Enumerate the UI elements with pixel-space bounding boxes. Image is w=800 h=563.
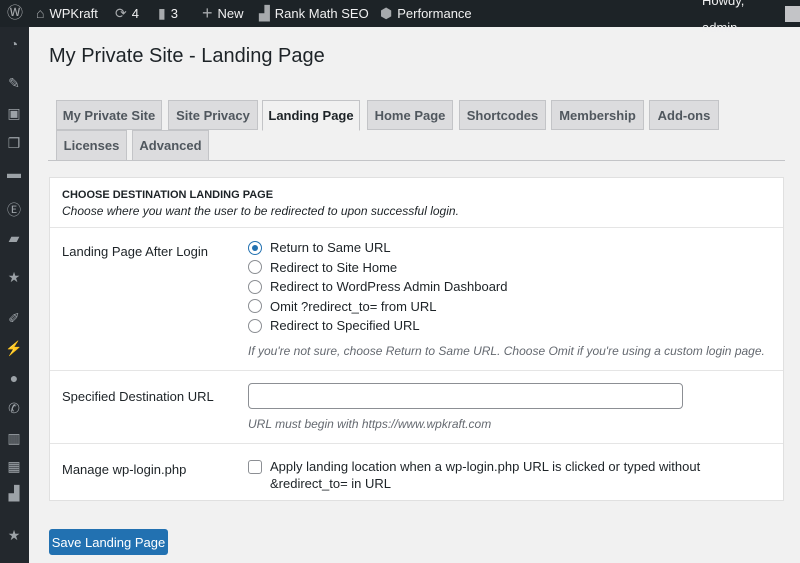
radio-button[interactable]: [248, 279, 262, 294]
landing-hint: If you're not sure, choose Return to Sam…: [248, 344, 765, 358]
section-heading: CHOOSE DESTINATION LANDING PAGE: [62, 189, 274, 201]
landing-label: Landing Page After Login: [62, 244, 209, 259]
tab-home-page[interactable]: Home Page: [367, 100, 453, 130]
admin-sidebar: ◔ ✎ ▣ ❐ ▬ Ⓔ ▰ ★ ✐ ⚡ ● ✆ ▥ ▦ ▟ ★: [0, 27, 29, 563]
new-link[interactable]: + New: [202, 0, 244, 27]
site-name-link[interactable]: ⌂ WPKraft: [36, 0, 98, 27]
destination-url-input[interactable]: [248, 383, 683, 409]
admin-bar: Ⓦ ⌂ WPKraft ⟳ 4 ▮ 3 + New ▟ Rank Math SEO ⬢ Pe…: [0, 0, 800, 35]
settings-panel: CHOOSE DESTINATION LANDING PAGE Choose w…: [49, 177, 784, 501]
wplogin-row: Manage wp-login.php Apply landing locati…: [50, 443, 783, 501]
landing-option[interactable]: Redirect to Specified URL: [248, 318, 420, 333]
comment-icon: ▮: [158, 5, 166, 21]
wordpress-logo-icon[interactable]: Ⓦ: [7, 0, 23, 27]
radio-button[interactable]: [248, 260, 262, 274]
updates-icon: ⟳: [115, 5, 127, 21]
landing-option[interactable]: Return to Same URL: [248, 240, 391, 255]
section-description: Choose where you want the user to be red…: [62, 204, 459, 218]
url-hint: URL must begin with https://www.wpkraft.…: [248, 417, 492, 431]
landing-option[interactable]: Redirect to WordPress Admin Dashboard: [248, 279, 507, 294]
star-icon[interactable]: ★: [4, 527, 24, 544]
tab-shortcodes[interactable]: Shortcodes: [459, 100, 546, 130]
wplogin-checkbox[interactable]: Apply landing location when a wp-login.p…: [248, 458, 778, 492]
tab-landing-page[interactable]: Landing Page: [262, 100, 360, 131]
paintbrush-icon[interactable]: ✐: [4, 310, 24, 327]
elementor-icon[interactable]: Ⓔ: [4, 200, 24, 220]
radio-button[interactable]: [248, 299, 262, 313]
performance-icon: ⬢: [380, 5, 393, 21]
plugin-icon[interactable]: ⚡: [4, 340, 24, 357]
folder-icon[interactable]: ▰: [4, 230, 24, 247]
tab-add-ons[interactable]: Add-ons: [649, 100, 719, 130]
tab-my-private-site[interactable]: My Private Site: [56, 100, 162, 130]
landing-row: Landing Page After Login Return to Same …: [50, 227, 783, 371]
wplogin-label: Manage wp-login.php: [62, 462, 187, 477]
url-label: Specified Destination URL: [62, 389, 214, 404]
media-icon[interactable]: ▣: [4, 105, 24, 122]
checkbox-box[interactable]: [248, 460, 262, 474]
home-icon: ⌂: [36, 5, 45, 21]
radio-button[interactable]: [248, 240, 262, 255]
settings-sliders-icon[interactable]: ▥: [4, 430, 24, 447]
plus-icon: +: [202, 3, 213, 23]
tab-site-privacy[interactable]: Site Privacy: [168, 100, 258, 130]
pin-icon[interactable]: ✎: [4, 75, 24, 92]
tab-advanced[interactable]: Advanced: [132, 130, 209, 161]
landing-option[interactable]: Redirect to Site Home: [248, 260, 397, 275]
rank-math-link[interactable]: ▟ Rank Math SEO: [259, 0, 369, 27]
comments-link[interactable]: ▮ 3: [158, 0, 178, 27]
dashboard-icon[interactable]: ◔: [4, 36, 24, 52]
pages-icon[interactable]: ❐: [4, 135, 24, 152]
wrench-icon[interactable]: ✆: [4, 400, 24, 417]
tab-licenses[interactable]: Licenses: [56, 130, 127, 161]
chart-icon[interactable]: ▟: [4, 485, 24, 502]
star-wand-icon[interactable]: ★: [4, 269, 24, 286]
rank-math-icon: ▟: [259, 5, 270, 21]
updates-link[interactable]: ⟳ 4: [115, 0, 139, 27]
radio-button[interactable]: [248, 318, 262, 333]
user-icon[interactable]: ●: [4, 370, 24, 386]
table-icon[interactable]: ▦: [4, 458, 24, 475]
account-link[interactable]: Howdy, admin: [702, 0, 800, 35]
landing-option[interactable]: Omit ?redirect_to= from URL: [248, 299, 437, 314]
performance-link[interactable]: ⬢ Performance: [380, 0, 472, 27]
save-landing-page-button[interactable]: Save Landing Page: [49, 529, 168, 555]
comments-icon[interactable]: ▬: [4, 165, 24, 181]
avatar: [785, 5, 800, 22]
tab-membership[interactable]: Membership: [551, 100, 644, 130]
page-title: My Private Site - Landing Page: [49, 45, 325, 67]
